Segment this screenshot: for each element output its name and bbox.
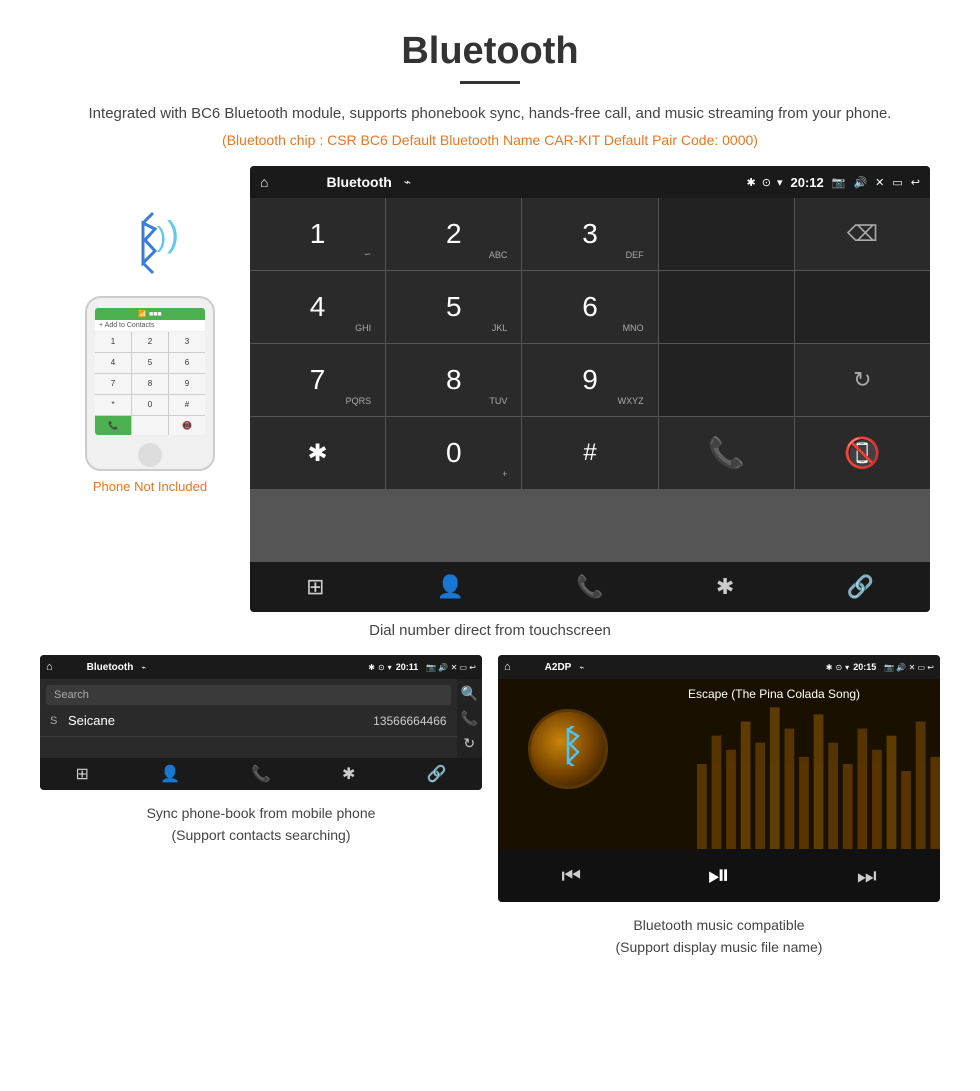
dial-key-0[interactable]: 0+ bbox=[386, 417, 521, 489]
pb-status-bar: ⌂ Bluetooth ⌁ ✱⊙▾ 20:11 📷 🔊 ✕ ▭ ↩ bbox=[40, 655, 482, 679]
dial-call-green[interactable]: 📞 bbox=[659, 417, 794, 489]
music-status-bar: ⌂ A2DP ⌁ ✱⊙▾ 20:15 📷 🔊 ✕ ▭ ↩ bbox=[498, 655, 940, 679]
dial-key-6[interactable]: 6MNO bbox=[522, 271, 657, 343]
next-icon[interactable]: ⏭ bbox=[857, 863, 877, 889]
home-icon[interactable]: ⌂ bbox=[260, 174, 268, 190]
nav-contacts-icon[interactable]: 👤 bbox=[421, 570, 480, 604]
nav-bluetooth-icon[interactable]: ✱ bbox=[700, 570, 750, 604]
dial-call-red[interactable]: 📵 bbox=[795, 417, 930, 489]
pb-bottom-nav: ⊞ 👤 📞 ✱ 🔗 bbox=[40, 758, 482, 790]
back-icon[interactable]: ↩ bbox=[911, 176, 920, 189]
pb-nav-bt[interactable]: ✱ bbox=[342, 764, 355, 784]
pb-contact-row[interactable]: S Seicane 13566664466 bbox=[40, 705, 457, 737]
music-eq-visual bbox=[697, 679, 940, 849]
pb-title: Bluetooth bbox=[87, 662, 134, 673]
pb-name: Seicane bbox=[68, 713, 373, 728]
caption-main: Dial number direct from touchscreen bbox=[0, 622, 980, 639]
pb-home-icon[interactable]: ⌂ bbox=[46, 661, 53, 673]
close-icon[interactable]: ✕ bbox=[875, 176, 884, 189]
pb-nav-grid[interactable]: ⊞ bbox=[76, 764, 89, 784]
status-bar: ⌂ Bluetooth ⌁ ✱⊙▾ 20:12 📷 🔊 ✕ ▭ ↩ bbox=[250, 166, 930, 198]
dial-key-7[interactable]: 7PQRS bbox=[250, 344, 385, 416]
music-controls: ⏮ ⏯ ⏭ bbox=[498, 849, 940, 902]
prev-icon[interactable]: ⏮ bbox=[561, 863, 581, 889]
pb-status-icons: ✱⊙▾ bbox=[368, 663, 391, 672]
nav-phone-icon[interactable]: 📞 bbox=[560, 570, 619, 604]
camera-icon[interactable]: 📷 bbox=[832, 176, 846, 189]
music-home-icon[interactable]: ⌂ bbox=[504, 661, 511, 673]
phonebook-block: ⌂ Bluetooth ⌁ ✱⊙▾ 20:11 📷 🔊 ✕ ▭ ↩ Search… bbox=[40, 655, 482, 959]
phone-not-included: Phone Not Included bbox=[93, 479, 207, 494]
page-title: Bluetooth bbox=[0, 0, 980, 81]
pb-nav-user[interactable]: 👤 bbox=[160, 764, 180, 784]
dial-key-hash[interactable]: # bbox=[522, 417, 657, 489]
dial-pad: 1∽ 2ABC 3DEF ⌫ 4GHI 5JKL 6MNO bbox=[250, 198, 930, 562]
pb-nav-phone[interactable]: 📞 bbox=[251, 764, 271, 784]
window-icon[interactable]: ▭ bbox=[892, 176, 902, 189]
status-icons: ✱⊙▾ bbox=[747, 176, 783, 189]
play-pause-icon[interactable]: ⏯ bbox=[708, 859, 730, 892]
dial-empty-3 bbox=[795, 271, 930, 343]
car-dial-screen: ⌂ Bluetooth ⌁ ✱⊙▾ 20:12 📷 🔊 ✕ ▭ ↩ 1∽ 2AB… bbox=[250, 166, 930, 612]
pb-refresh-icon[interactable]: ↻ bbox=[463, 735, 475, 752]
music-album-art bbox=[528, 709, 608, 789]
dial-empty-2 bbox=[659, 271, 794, 343]
music-title: A2DP bbox=[545, 662, 572, 673]
subtitle-text: Integrated with BC6 Bluetooth module, su… bbox=[0, 102, 980, 126]
nav-grid-icon[interactable]: ⊞ bbox=[290, 570, 340, 604]
dial-refresh[interactable]: ↻ bbox=[795, 344, 930, 416]
dial-key-8[interactable]: 8TUV bbox=[386, 344, 521, 416]
bluetooth-graphic: ) ) bbox=[105, 206, 195, 286]
status-time: 20:12 bbox=[791, 175, 824, 190]
volume-icon[interactable]: 🔊 bbox=[853, 176, 867, 189]
dial-key-3[interactable]: 3DEF bbox=[522, 198, 657, 270]
dial-backspace[interactable]: ⌫ bbox=[795, 198, 930, 270]
phonebook-screen: ⌂ Bluetooth ⌁ ✱⊙▾ 20:11 📷 🔊 ✕ ▭ ↩ Search… bbox=[40, 655, 482, 790]
title-divider bbox=[460, 81, 520, 84]
dial-key-4[interactable]: 4GHI bbox=[250, 271, 385, 343]
dial-empty-4 bbox=[659, 344, 794, 416]
dial-key-star[interactable]: ✱ bbox=[250, 417, 385, 489]
phone-image: 📶 ■■■ + Add to Contacts 1 2 3 4 5 6 7 8 … bbox=[85, 296, 215, 471]
dial-empty-1 bbox=[659, 198, 794, 270]
music-status-icons: ✱⊙▾ bbox=[826, 663, 849, 672]
pb-search-icon[interactable]: 🔍 bbox=[461, 685, 478, 702]
pb-letter: S bbox=[50, 715, 68, 727]
pb-call-icon[interactable]: 📞 bbox=[461, 710, 478, 727]
pb-number: 13566664466 bbox=[373, 714, 446, 728]
music-screen: ⌂ A2DP ⌁ ✱⊙▾ 20:15 📷 🔊 ✕ ▭ ↩ Escape (The… bbox=[498, 655, 940, 902]
caption-music: Bluetooth music compatible(Support displ… bbox=[616, 914, 823, 959]
nav-link-icon[interactable]: 🔗 bbox=[830, 570, 889, 604]
dial-key-2[interactable]: 2ABC bbox=[386, 198, 521, 270]
usb-icon: ⌁ bbox=[404, 175, 411, 189]
pb-nav-link[interactable]: 🔗 bbox=[427, 764, 447, 784]
screen-title: Bluetooth bbox=[326, 174, 391, 190]
orange-info: (Bluetooth chip : CSR BC6 Default Blueto… bbox=[0, 132, 980, 148]
pb-side-actions: 🔍 📞 ↻ bbox=[457, 679, 482, 758]
music-time: 20:15 bbox=[853, 662, 876, 672]
dial-key-1[interactable]: 1∽ bbox=[250, 198, 385, 270]
pb-search-field[interactable]: Search bbox=[46, 685, 451, 705]
bottom-nav: ⊞ 👤 📞 ✱ 🔗 bbox=[250, 562, 930, 612]
svg-text:): ) bbox=[157, 221, 166, 252]
svg-text:): ) bbox=[167, 213, 179, 254]
music-content: Escape (The Pina Colada Song) bbox=[498, 679, 940, 849]
music-bt-icon bbox=[550, 726, 586, 773]
music-block: ⌂ A2DP ⌁ ✱⊙▾ 20:15 📷 🔊 ✕ ▭ ↩ Escape (The… bbox=[498, 655, 940, 959]
dial-key-9[interactable]: 9WXYZ bbox=[522, 344, 657, 416]
pb-time: 20:11 bbox=[396, 662, 419, 672]
dial-key-5[interactable]: 5JKL bbox=[386, 271, 521, 343]
caption-phonebook: Sync phone-book from mobile phone(Suppor… bbox=[147, 802, 376, 847]
